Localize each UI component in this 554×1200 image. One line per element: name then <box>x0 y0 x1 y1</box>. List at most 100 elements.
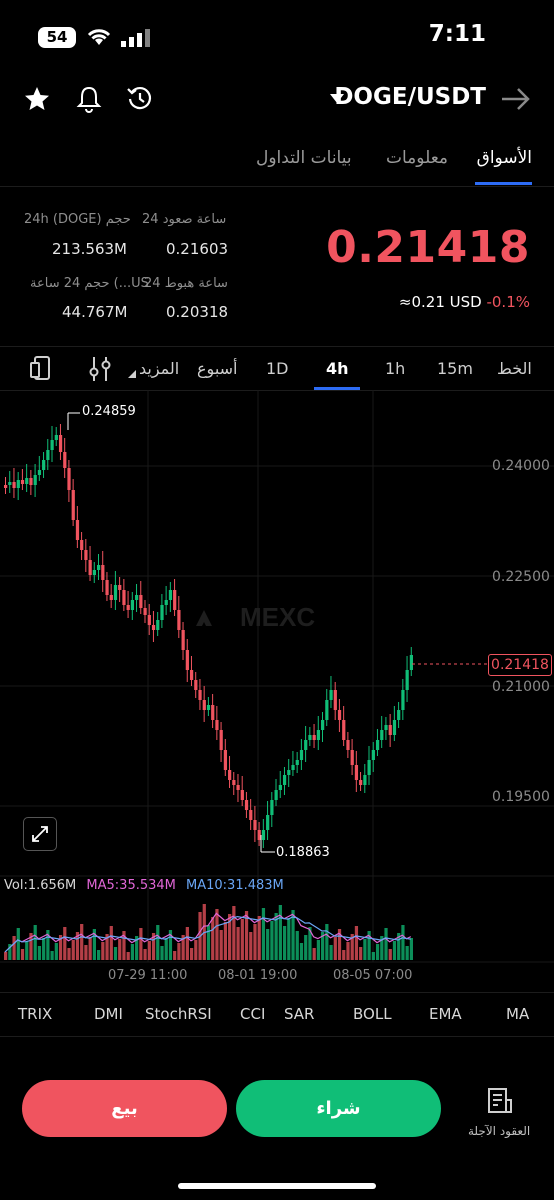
low-24h-label: 24 ساعة هبوط <box>144 276 228 291</box>
y-tick-label: 0.19500 <box>492 789 550 805</box>
volume-bar <box>206 925 211 960</box>
tf-more[interactable]: المزيد <box>139 359 179 378</box>
candle <box>96 565 101 570</box>
fullscreen-button[interactable] <box>23 817 57 851</box>
candle <box>266 815 270 830</box>
tf-4h[interactable]: 4h <box>326 359 349 378</box>
history-icon[interactable] <box>126 85 154 113</box>
buy-button[interactable]: شراء <box>236 1080 441 1137</box>
x-tick-label: 08-05 07:00 <box>333 968 413 983</box>
volume-bar <box>101 942 105 960</box>
indicator-trix[interactable]: TRIX <box>18 1005 52 1023</box>
indicator-dmi[interactable]: DMI <box>94 1005 123 1023</box>
candle <box>409 655 413 670</box>
volume-bar <box>325 924 329 960</box>
volume-bar <box>118 939 122 960</box>
high-24h-value: 0.21603 <box>166 240 229 258</box>
volume-bar <box>232 906 236 960</box>
candle <box>84 550 88 560</box>
volume-bar <box>156 925 160 960</box>
last-price-tag: 0.21418 <box>488 654 552 676</box>
sell-button[interactable]: بيع <box>22 1080 227 1137</box>
candle <box>316 730 321 740</box>
tf-week[interactable]: أسبوع <box>197 359 238 378</box>
candle <box>189 670 194 680</box>
candle <box>139 595 143 608</box>
tab-markets[interactable]: الأسواق <box>477 148 532 168</box>
indicator-ema[interactable]: EMA <box>429 1005 462 1023</box>
indicator-boll[interactable]: BOLL <box>353 1005 392 1023</box>
candle <box>228 770 232 780</box>
volume-bar <box>287 918 291 960</box>
y-tick-label: 0.24000 <box>492 458 550 474</box>
candle <box>219 730 223 750</box>
divider <box>0 186 554 187</box>
candle <box>342 720 346 740</box>
candle <box>236 785 240 790</box>
candle <box>202 700 206 710</box>
volume-bar <box>96 950 101 960</box>
tf-1h[interactable]: 1h <box>385 359 405 378</box>
tab-info[interactable]: معلومات <box>386 148 448 168</box>
volume-bar <box>37 946 42 960</box>
indicator-cci[interactable]: CCI <box>240 1005 265 1023</box>
tab-indicator <box>475 182 532 185</box>
candlestick-chart[interactable]: MEXC <box>0 390 554 990</box>
candle <box>274 790 278 800</box>
tf-line[interactable]: الخط <box>497 359 532 378</box>
indicator-ma[interactable]: MA <box>506 1005 529 1023</box>
volume-bar <box>333 937 337 960</box>
indicator-sar[interactable]: SAR <box>284 1005 314 1023</box>
volume-bar <box>33 925 37 960</box>
volume-bar <box>16 928 20 960</box>
volume-bar <box>215 909 219 960</box>
layout-icon[interactable] <box>30 356 52 382</box>
candle <box>397 710 401 720</box>
tab-trading-data[interactable]: بيانات التداول <box>256 148 352 168</box>
candle <box>350 750 354 765</box>
candle <box>261 830 266 840</box>
volume-bars <box>4 904 413 960</box>
volume-bar <box>211 917 215 960</box>
low-price-label: 0.18863 <box>276 845 330 860</box>
candle <box>304 740 308 750</box>
candle <box>194 680 198 690</box>
battery-indicator: 54 <box>38 27 76 48</box>
bell-icon[interactable] <box>76 85 102 113</box>
volume-bar <box>240 919 244 960</box>
candle <box>92 570 96 575</box>
candle <box>240 790 244 800</box>
volume-bar <box>257 916 261 960</box>
candle <box>329 690 333 700</box>
indicator-settings-icon[interactable] <box>88 356 112 382</box>
candle <box>270 800 274 815</box>
candle <box>211 705 215 720</box>
candle <box>295 760 299 765</box>
indicator-stochrsi[interactable]: StochRSI <box>145 1005 212 1023</box>
candle <box>223 750 228 770</box>
volume-bar <box>194 940 198 960</box>
vol-legend: Vol:1.656M MA5:35.534M MA10:31.483M <box>4 878 284 893</box>
candle <box>71 490 75 520</box>
more-corner-icon <box>128 370 136 378</box>
volume-bar <box>63 927 67 960</box>
futures-icon[interactable] <box>485 1086 515 1116</box>
pair-title[interactable]: DOGE/USDT <box>334 84 486 110</box>
candle <box>20 480 25 484</box>
candle <box>130 600 135 610</box>
volume-bar <box>12 936 16 960</box>
candle <box>118 585 122 590</box>
volume-bar <box>401 925 405 960</box>
star-icon[interactable] <box>24 86 50 112</box>
watermark-text: MEXC <box>240 602 315 632</box>
candle <box>282 775 287 785</box>
tf-1d[interactable]: 1D <box>266 359 289 378</box>
candle <box>181 630 185 650</box>
candle <box>75 520 80 540</box>
tf-15m[interactable]: 15m <box>437 359 473 378</box>
arrow-right-icon[interactable] <box>500 86 532 112</box>
futures-label[interactable]: العقود الآجلة <box>468 1124 530 1138</box>
home-indicator[interactable] <box>178 1183 376 1189</box>
volume-bar <box>316 940 321 960</box>
candle <box>156 620 160 630</box>
